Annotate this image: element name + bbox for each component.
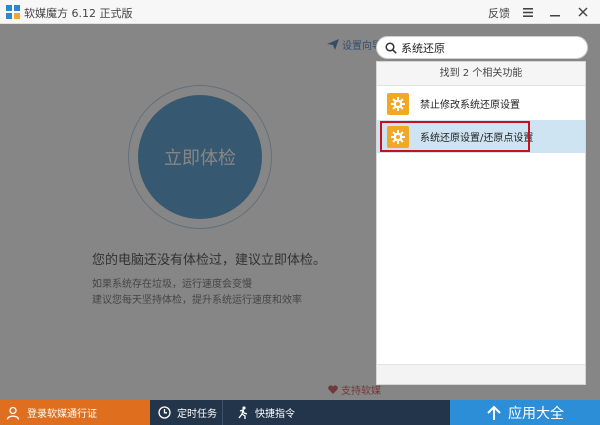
paper-plane-icon <box>327 39 339 50</box>
clock-icon <box>158 406 171 419</box>
search-box[interactable] <box>376 36 588 59</box>
hamburger-icon <box>523 7 533 17</box>
scheduled-tasks-button[interactable]: 定时任务 <box>158 400 217 425</box>
search-icon <box>385 41 397 54</box>
minimize-button[interactable] <box>542 0 568 24</box>
results-count: 找到 2 个相关功能 <box>377 62 585 86</box>
feedback-link[interactable]: 反馈 <box>488 5 510 21</box>
minimize-icon <box>550 15 560 17</box>
gear-icon <box>387 125 409 148</box>
support-link[interactable]: 支持软媒 <box>328 382 381 397</box>
login-label: 登录软媒通行证 <box>27 409 97 420</box>
running-man-icon <box>238 406 248 419</box>
scheduled-tasks-label: 定时任务 <box>177 409 217 420</box>
check-now-button[interactable]: 立即体检 <box>138 95 262 219</box>
check-status-text: 您的电脑还没有体检过，建议立即体检。 <box>92 253 327 268</box>
close-button[interactable] <box>570 0 596 24</box>
quick-commands-button[interactable]: 快捷指令 <box>236 400 295 425</box>
search-input[interactable] <box>401 41 571 54</box>
bottom-toolbar: 定时任务 快捷指令 <box>150 400 450 425</box>
bottom-bar: 登录软媒通行证 定时任务 快捷指令 应用大全 <box>0 400 600 425</box>
toolbar-divider <box>222 400 223 425</box>
title-bar: 软媒魔方 6.12 正式版 反馈 <box>0 0 600 24</box>
result-item-disable-restore-change[interactable]: 禁止修改系统还原设置 <box>377 87 585 120</box>
check-hint-1: 如果系统存在垃圾，运行速度会变慢 <box>92 279 252 290</box>
arrow-up-icon <box>487 405 501 420</box>
close-icon <box>578 7 588 17</box>
support-label: 支持软媒 <box>341 386 381 397</box>
check-hint-2: 建议您每天坚持体检，提升系统运行速度和效率 <box>92 295 302 306</box>
result-item-restore-settings[interactable]: 系统还原设置/还原点设置 <box>377 120 585 153</box>
app-center-button[interactable]: 应用大全 <box>450 400 600 425</box>
menu-button[interactable] <box>515 0 541 24</box>
search-results-panel: 找到 2 个相关功能 禁止修改系统还原设置 系统还原设置/还原点设置 <box>376 61 586 385</box>
heart-icon <box>328 385 338 394</box>
results-footer <box>377 364 585 384</box>
login-button[interactable]: 登录软媒通行证 <box>0 400 150 425</box>
gear-icon <box>387 92 409 115</box>
quick-commands-label: 快捷指令 <box>255 409 295 420</box>
app-logo-icon <box>6 5 20 19</box>
setup-guide-link[interactable]: 设置向导 <box>327 37 382 52</box>
window-title: 软媒魔方 6.12 正式版 <box>24 7 133 20</box>
user-icon <box>6 406 20 420</box>
result-label: 禁止修改系统还原设置 <box>420 100 520 111</box>
result-label: 系统还原设置/还原点设置 <box>420 133 534 144</box>
app-center-label: 应用大全 <box>508 405 564 422</box>
